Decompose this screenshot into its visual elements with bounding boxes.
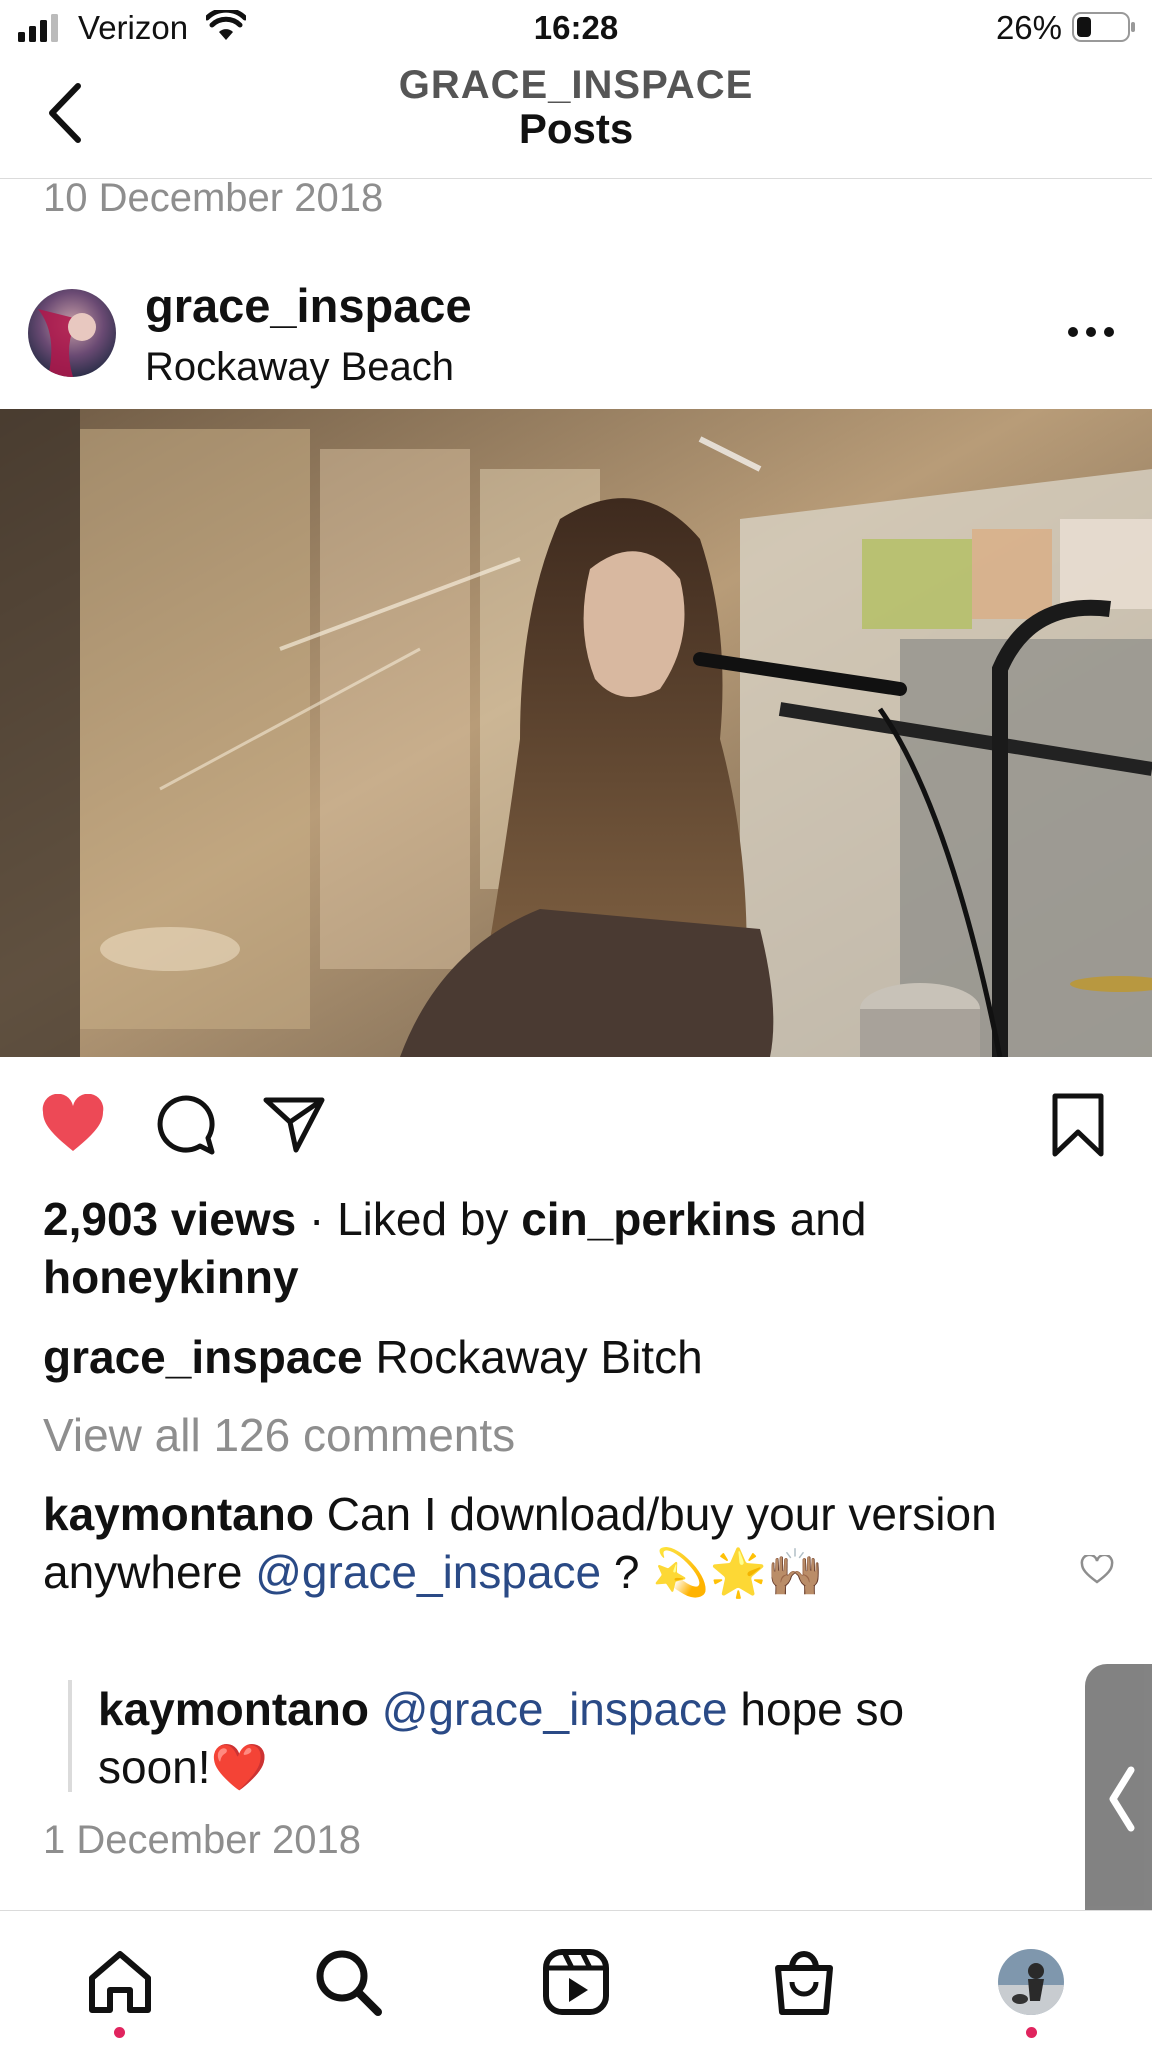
post-location[interactable]: Rockaway Beach [145,345,454,390]
comment-username[interactable]: kaymontano [43,1488,314,1540]
comment-bubble-icon[interactable] [152,1092,216,1156]
post-date: 1 December 2018 [43,1818,361,1862]
separator-dot: · [308,1193,325,1245]
liked-by-prefix: Liked by [337,1193,509,1245]
battery-percentage: 26% [995,9,1062,46]
views-count[interactable]: 2,903 views [43,1193,296,1245]
post-author-username[interactable]: grace_inspace [145,278,472,333]
post-video[interactable] [0,409,1152,1057]
heart-filled-icon[interactable] [40,1094,106,1154]
side-panel-handle[interactable] [1085,1664,1152,1932]
comment-text-end: ? 💫🌟🙌🏽 [613,1546,825,1598]
post-caption: grace_inspace Rockaway Bitch [43,1328,1123,1386]
caption-username[interactable]: grace_inspace [43,1331,363,1383]
page-title: Posts [518,105,634,152]
reels-icon[interactable] [540,1946,612,2018]
header-username: GRACE_INSPACE [398,63,754,107]
view-all-comments-link[interactable]: View all 126 comments [43,1406,515,1464]
liked-by-user[interactable]: honeykinny [43,1251,299,1303]
more-options-icon[interactable] [1066,320,1116,344]
liked-by-user[interactable]: cin_perkins [521,1193,777,1245]
heart-outline-icon[interactable] [1080,1555,1114,1585]
comment-mention[interactable]: @grace_inspace [255,1546,601,1598]
top-navigation-bar: GRACE_INSPACE Posts [0,58,1152,179]
bookmark-icon[interactable] [1050,1092,1106,1158]
reply-thread-line [68,1680,72,1792]
comment-reply: kaymontano @grace_inspace hope so soon!❤… [98,1680,1018,1796]
post-author-avatar[interactable] [28,289,116,377]
profile-notification-dot [1026,2027,1037,2038]
battery-icon [1072,12,1135,42]
reply-mention[interactable]: @grace_inspace [382,1683,728,1735]
share-paper-plane-icon[interactable] [262,1092,326,1156]
search-icon[interactable] [312,1946,384,2018]
home-icon[interactable] [84,1946,156,2018]
comment: kaymontano Can I download/buy your versi… [43,1485,1023,1601]
liked-by-and: and [789,1193,867,1245]
caption-text: Rockaway Bitch [375,1331,703,1383]
profile-avatar[interactable] [998,1949,1064,2015]
reply-username[interactable]: kaymontano [98,1683,369,1735]
status-bar: Verizon 16:28 26% [0,0,1152,58]
chevron-left-icon [1109,1766,1135,1832]
home-notification-dot [114,2027,125,2038]
views-and-likes: 2,903 views · Liked by cin_perkins and h… [43,1190,1123,1306]
bottom-tab-bar [0,1910,1152,2049]
clock: 16:28 [533,9,619,46]
shop-bag-icon[interactable] [768,1946,840,2018]
previous-post-date: 10 December 2018 [43,176,384,220]
